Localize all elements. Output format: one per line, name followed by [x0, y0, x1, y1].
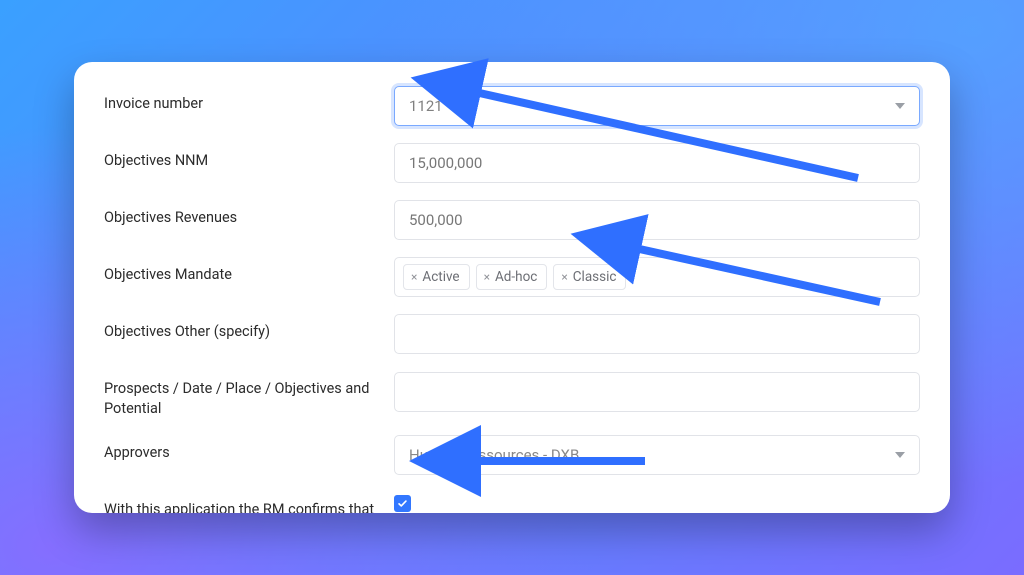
objectives-mandate-tags[interactable]: ×Active ×Ad-hoc ×Classic	[394, 257, 920, 297]
invoice-number-value: 1121	[409, 97, 443, 115]
row-confirm: With this application the RM confirms th…	[104, 492, 920, 513]
label-objectives-other: Objectives Other (specify)	[104, 314, 394, 342]
row-approvers: Approvers Human Ressources - DXB	[104, 435, 920, 475]
label-confirm: With this application the RM confirms th…	[104, 492, 394, 513]
page-background: Invoice number 1121 Objectives NNM Objec…	[0, 0, 1024, 575]
approvers-select[interactable]: Human Ressources - DXB	[394, 435, 920, 475]
label-invoice-number: Invoice number	[104, 86, 394, 114]
check-icon	[397, 498, 408, 509]
chevron-down-icon	[895, 103, 905, 109]
close-icon[interactable]: ×	[411, 270, 417, 284]
row-objectives-nnm: Objectives NNM	[104, 143, 920, 183]
label-objectives-nnm: Objectives NNM	[104, 143, 394, 171]
form-card: Invoice number 1121 Objectives NNM Objec…	[74, 62, 950, 513]
tag-classic[interactable]: ×Classic	[553, 264, 626, 290]
invoice-number-select[interactable]: 1121	[394, 86, 920, 126]
objectives-nnm-input[interactable]	[394, 143, 920, 183]
close-icon[interactable]: ×	[484, 270, 490, 284]
prospects-input[interactable]	[394, 372, 920, 412]
row-objectives-mandate: Objectives Mandate ×Active ×Ad-hoc ×Clas…	[104, 257, 920, 297]
approvers-value: Human Ressources - DXB	[409, 446, 579, 464]
objectives-other-input[interactable]	[394, 314, 920, 354]
row-objectives-other: Objectives Other (specify)	[104, 314, 920, 354]
objectives-revenues-input[interactable]	[394, 200, 920, 240]
tag-ad-hoc[interactable]: ×Ad-hoc	[476, 264, 548, 290]
label-prospects: Prospects / Date / Place / Objectives an…	[104, 371, 394, 418]
chevron-down-icon	[895, 452, 905, 458]
label-objectives-revenues: Objectives Revenues	[104, 200, 394, 228]
label-objectives-mandate: Objectives Mandate	[104, 257, 394, 285]
tag-active[interactable]: ×Active	[403, 264, 470, 290]
confirm-checkbox[interactable]	[394, 495, 411, 512]
row-prospects: Prospects / Date / Place / Objectives an…	[104, 371, 920, 418]
row-invoice-number: Invoice number 1121	[104, 86, 920, 126]
close-icon[interactable]: ×	[561, 270, 567, 284]
label-approvers: Approvers	[104, 435, 394, 463]
row-objectives-revenues: Objectives Revenues	[104, 200, 920, 240]
